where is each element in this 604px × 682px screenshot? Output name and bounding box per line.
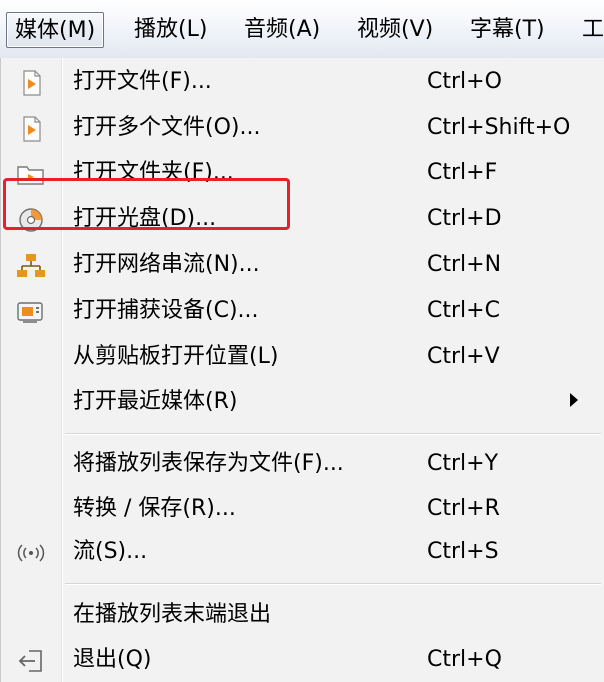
capture-device-icon [17,302,43,323]
highlight-annotation-box [3,178,290,230]
menu-bar: 媒体(M) 播放(L) 音频(A) 视频(V) 字幕(T) 工 [0,0,604,59]
menubar-subtitle[interactable]: 字幕(T) [462,12,553,48]
menu-item-label: 打开最近媒体(R) [73,389,238,414]
stream-icon [17,544,45,562]
menu-item-shortcut: Ctrl+C [427,298,500,323]
menubar-audio[interactable]: 音频(A) [236,12,328,48]
menu-separator [65,583,601,585]
media-file-icon [23,116,41,142]
network-icon [17,254,45,277]
menu-item-shortcut: Ctrl+Shift+O [427,115,571,140]
media-dropdown-menu: 打开文件(F)... Ctrl+O 打开多个文件(O)... Ctrl+Shif… [0,58,604,682]
menubar-media[interactable]: 媒体(M) [6,12,105,48]
menu-item-exit[interactable]: 退出(Q) Ctrl+Q [1,638,604,682]
menu-item-label: 退出(Q) [73,647,152,672]
menu-item-stream[interactable]: 流(S)... Ctrl+S [1,530,604,574]
menu-item-label: 打开多个文件(O)... [73,115,261,140]
menu-item-shortcut: Ctrl+D [427,206,502,231]
menu-item-convert-save[interactable]: 转换 / 保存(R)... Ctrl+R [1,487,604,531]
menu-item-shortcut: Ctrl+O [427,69,502,94]
menu-item-open-multiple-files[interactable]: 打开多个文件(O)... Ctrl+Shift+O [1,106,604,150]
menu-item-shortcut: Ctrl+Q [427,647,502,672]
menu-item-label: 流(S)... [73,539,148,564]
menu-item-label: 打开网络串流(N)... [73,252,260,277]
menu-separator [65,433,601,435]
menu-item-shortcut: Ctrl+N [427,252,502,277]
exit-icon [18,650,42,672]
menu-item-label: 打开文件(F)... [73,69,212,94]
submenu-arrow-icon [570,393,578,407]
menu-item-shortcut: Ctrl+F [427,160,498,185]
menu-item-shortcut: Ctrl+V [427,344,500,369]
menu-item-open-from-clipboard[interactable]: 从剪贴板打开位置(L) Ctrl+V [1,335,604,379]
media-file-icon [23,70,41,96]
menu-item-label: 从剪贴板打开位置(L) [73,344,279,369]
menu-item-open-recent-media[interactable]: 打开最近媒体(R) [1,380,604,424]
menubar-video[interactable]: 视频(V) [349,12,441,48]
menu-item-shortcut: Ctrl+Y [427,451,499,476]
menu-item-label: 转换 / 保存(R)... [73,496,236,521]
menu-item-quit-at-end-of-playlist[interactable]: 在播放列表末端退出 [1,593,604,637]
menubar-tools[interactable]: 工 [574,12,604,48]
menu-item-label: 将播放列表保存为文件(F)... [73,451,344,476]
menu-item-open-network-stream[interactable]: 打开网络串流(N)... Ctrl+N [1,243,604,287]
menu-item-shortcut: Ctrl+R [427,496,500,521]
menu-item-open-file[interactable]: 打开文件(F)... Ctrl+O [1,60,604,104]
menu-item-label: 在播放列表末端退出 [73,602,272,627]
menu-item-label: 打开捕获设备(C)... [73,298,259,323]
menubar-playback[interactable]: 播放(L) [126,12,215,48]
menu-item-save-playlist[interactable]: 将播放列表保存为文件(F)... Ctrl+Y [1,442,604,486]
menu-item-shortcut: Ctrl+S [427,539,499,564]
menu-item-open-capture-device[interactable]: 打开捕获设备(C)... Ctrl+C [1,289,604,333]
